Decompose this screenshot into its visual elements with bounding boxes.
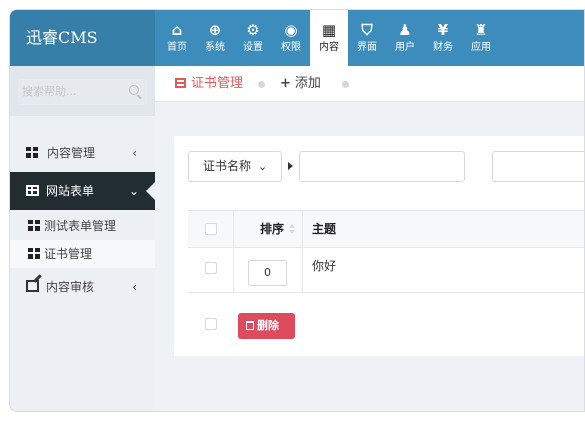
column-header-title: 主题 bbox=[312, 222, 337, 236]
plus-icon: + bbox=[280, 76, 291, 91]
tab-add[interactable]: + 添加 bbox=[280, 66, 321, 102]
nav-home[interactable]: ⌂ 首页 bbox=[158, 10, 196, 66]
nav-users[interactable]: ♟ 用户 bbox=[386, 10, 424, 66]
user-icon: ♟ bbox=[398, 21, 412, 39]
chevron-left-icon: ‹ bbox=[132, 146, 137, 160]
grid-icon bbox=[28, 248, 40, 259]
sidebar-subitem-test-form[interactable]: 测试表单管理 bbox=[10, 212, 155, 240]
keyword-input[interactable] bbox=[299, 151, 465, 182]
search-field-select[interactable]: 证书名称 ⌄ bbox=[188, 151, 282, 182]
nav-content[interactable]: ▦ 内容 bbox=[310, 10, 348, 66]
nav-label: 界面 bbox=[357, 42, 377, 53]
nav-finance[interactable]: ¥ 财务 bbox=[424, 10, 462, 66]
search-icon[interactable] bbox=[129, 85, 139, 95]
table-row: 0 你好 bbox=[188, 248, 584, 293]
nav-settings[interactable]: ⚙ 设置 bbox=[234, 10, 272, 66]
sidebar: 搜索帮助... 内容管理 ‹ 网站表单 ⌄ 测试表单管理 证书管理 内容审核 ‹ bbox=[10, 66, 156, 411]
html5-icon: ⛉ bbox=[361, 21, 373, 39]
nav-label: 用户 bbox=[395, 42, 415, 53]
nav-label: 系统 bbox=[205, 42, 225, 53]
grid-icon bbox=[28, 220, 40, 231]
tab-certificates[interactable]: 证书管理 bbox=[175, 66, 243, 102]
nav-label: 内容 bbox=[319, 42, 339, 53]
sidebar-item-label: 网站表单 bbox=[46, 184, 95, 198]
yen-icon: ¥ bbox=[437, 21, 449, 39]
nav-label: 权限 bbox=[281, 42, 301, 53]
sidebar-item-label: 内容审核 bbox=[46, 280, 95, 294]
globe-icon: ⊕ bbox=[208, 21, 222, 39]
table-icon bbox=[26, 185, 39, 196]
bulk-select-checkbox[interactable] bbox=[205, 318, 217, 330]
gears-icon: ⚙ bbox=[246, 21, 260, 39]
search-placeholder: 搜索帮助... bbox=[22, 85, 77, 98]
search-input[interactable]: 搜索帮助... bbox=[18, 79, 147, 105]
nav-label: 设置 bbox=[243, 42, 263, 53]
chevron-down-icon: ⌄ bbox=[258, 160, 268, 173]
nav-permissions[interactable]: ◉ 权限 bbox=[272, 10, 310, 66]
nav-label: 应用 bbox=[471, 42, 491, 53]
home-icon: ⌂ bbox=[171, 21, 183, 39]
sidebar-item-content-review[interactable]: 内容审核 ‹ bbox=[10, 268, 155, 306]
app-logo[interactable]: 迅睿CMS bbox=[10, 10, 155, 66]
sort-asc-icon[interactable] bbox=[289, 224, 295, 228]
sidebar-subitem-certificates[interactable]: 证书管理 bbox=[10, 240, 155, 268]
page-tabs: 证书管理 + 添加 bbox=[155, 66, 584, 102]
table-icon bbox=[175, 78, 186, 88]
nav-label: 首页 bbox=[167, 42, 187, 53]
sort-desc-icon[interactable] bbox=[289, 230, 295, 234]
grid-icon bbox=[26, 147, 38, 158]
grid-icon: ▦ bbox=[321, 21, 337, 39]
sidebar-search: 搜索帮助... bbox=[10, 66, 155, 116]
chevron-down-icon: ⌄ bbox=[128, 184, 139, 198]
row-checkbox[interactable] bbox=[205, 262, 217, 274]
trash-icon bbox=[246, 321, 254, 330]
select-value: 证书名称 bbox=[203, 159, 252, 173]
row-title: 你好 bbox=[312, 259, 337, 273]
caret-right-icon bbox=[288, 162, 293, 170]
column-header-order[interactable]: 排序 bbox=[260, 211, 284, 248]
tab-label: 添加 bbox=[294, 76, 321, 91]
sidebar-item-label: 内容管理 bbox=[47, 146, 96, 160]
column-divider bbox=[302, 211, 303, 248]
column-divider bbox=[233, 248, 234, 292]
delete-button[interactable]: 删除 bbox=[238, 313, 295, 339]
select-all-checkbox[interactable] bbox=[205, 223, 217, 235]
list-panel: 证书名称 ⌄ 排序 主题 0 你好 删除 bbox=[174, 136, 584, 356]
app-frame: 迅睿CMS ⌂ 首页 ⊕ 系统 ⚙ 设置 ◉ 权限 ▦ 内容 ⛉ 界面 ♟ 用户… bbox=[9, 9, 585, 412]
top-header: 迅睿CMS ⌂ 首页 ⊕ 系统 ⚙ 设置 ◉ 权限 ▦ 内容 ⛉ 界面 ♟ 用户… bbox=[10, 10, 584, 66]
nav-system[interactable]: ⊕ 系统 bbox=[196, 10, 234, 66]
nav-interface[interactable]: ⛉ 界面 bbox=[348, 10, 386, 66]
puzzle-icon: ♜ bbox=[474, 21, 488, 39]
sidebar-item-site-forms[interactable]: 网站表单 ⌄ bbox=[10, 172, 156, 210]
user-circle-icon: ◉ bbox=[284, 21, 298, 39]
column-divider bbox=[233, 211, 234, 248]
extra-filter-input[interactable] bbox=[492, 151, 584, 182]
tab-separator-dot bbox=[258, 81, 265, 88]
column-divider bbox=[302, 248, 303, 292]
sidebar-subitem-label: 证书管理 bbox=[44, 247, 93, 261]
tab-label: 证书管理 bbox=[191, 76, 244, 91]
sidebar-subitem-label: 测试表单管理 bbox=[44, 219, 117, 233]
order-input[interactable]: 0 bbox=[248, 260, 287, 286]
edit-icon bbox=[26, 280, 39, 292]
nav-label: 财务 bbox=[433, 42, 453, 53]
table-header: 排序 主题 bbox=[188, 210, 584, 248]
sidebar-item-content-manage[interactable]: 内容管理 ‹ bbox=[10, 134, 155, 172]
main-content: 证书管理 + 添加 证书名称 ⌄ 排序 主题 0 你好 删除 bbox=[155, 66, 584, 411]
nav-apps[interactable]: ♜ 应用 bbox=[462, 10, 500, 66]
chevron-left-icon: ‹ bbox=[132, 280, 137, 294]
tab-separator-dot bbox=[342, 81, 349, 88]
delete-label: 删除 bbox=[257, 319, 279, 332]
top-nav: ⌂ 首页 ⊕ 系统 ⚙ 设置 ◉ 权限 ▦ 内容 ⛉ 界面 ♟ 用户 ¥ 财务 … bbox=[158, 10, 500, 66]
